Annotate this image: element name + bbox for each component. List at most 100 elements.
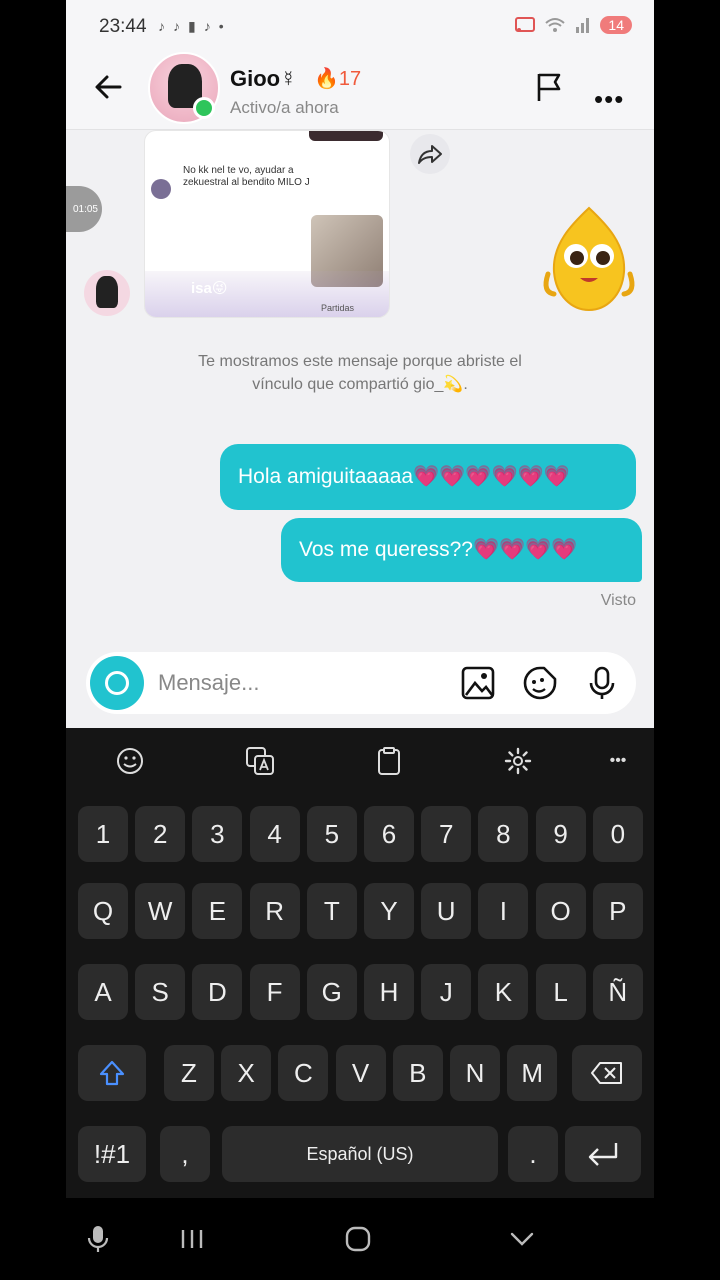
settings-gear-icon[interactable] (502, 745, 534, 777)
contact-name[interactable]: Gioo☿ (230, 66, 297, 92)
recent-apps-icon[interactable] (172, 1222, 212, 1256)
online-indicator (193, 97, 215, 119)
key-v[interactable]: V (335, 1045, 386, 1101)
card-username: isa😜 (191, 280, 228, 297)
card-tag: Partidas (321, 303, 355, 313)
status-right: 14 (514, 16, 632, 34)
key-5[interactable]: 5 (306, 806, 357, 862)
key-k[interactable]: K (478, 964, 529, 1020)
key-u[interactable]: U (421, 883, 472, 939)
tiktok-icon: ♪ (158, 18, 165, 34)
key-o[interactable]: O (535, 883, 586, 939)
message-hearts: 💗💗💗💗💗💗 (413, 465, 571, 488)
key-j[interactable]: J (421, 964, 472, 1020)
seen-label: Visto (600, 592, 636, 609)
key-7[interactable]: 7 (421, 806, 472, 862)
hide-keyboard-icon[interactable] (502, 1222, 542, 1256)
voice-input-icon[interactable] (78, 1222, 118, 1256)
key-2[interactable]: 2 (135, 806, 186, 862)
key-d[interactable]: D (192, 964, 243, 1020)
status-time: 23:44 (99, 16, 147, 37)
key-l[interactable]: L (535, 964, 586, 1020)
home-icon[interactable] (338, 1222, 378, 1256)
translate-icon[interactable] (244, 745, 276, 777)
comma-key[interactable]: , (160, 1126, 210, 1182)
message-hearts: 💗💗💗💗 (472, 538, 578, 561)
message-input[interactable] (158, 666, 378, 700)
tiktok-icon: ♪ (203, 18, 211, 34)
key-9[interactable]: 9 (535, 806, 586, 862)
key-f[interactable]: F (249, 964, 300, 1020)
key-m[interactable]: M (507, 1045, 558, 1101)
emoji-icon[interactable] (114, 745, 146, 777)
side-scroll-tab[interactable]: 01:05 (66, 186, 102, 232)
key-6[interactable]: 6 (364, 806, 414, 862)
back-arrow-icon[interactable] (92, 70, 126, 104)
card-top-strip (309, 131, 383, 141)
share-arrow-icon (418, 145, 442, 164)
key-p[interactable]: P (592, 883, 643, 939)
image-icon[interactable] (460, 665, 496, 701)
key-i[interactable]: I (478, 883, 529, 939)
shift-key[interactable] (78, 1045, 146, 1101)
keyboard-more-icon[interactable]: ••• (602, 745, 634, 777)
more-options-icon[interactable]: ••• (594, 84, 624, 115)
notice-line-2: vínculo que compartió gio_💫. (252, 376, 468, 393)
message-bubble[interactable]: Vos me queress?? 💗💗💗💗 (281, 518, 642, 582)
sticker-icon[interactable] (522, 665, 558, 701)
on-screen-keyboard: ••• 1234567890 QWERTYUIOP ASDFGHJKLÑ ZXCVBN… (66, 728, 654, 1198)
streak-badge: 🔥17 (314, 68, 362, 90)
key-w[interactable]: W (135, 883, 186, 939)
battery-badge: 14 (600, 16, 632, 34)
tiktok-icon: ♪ (173, 18, 180, 34)
enter-key[interactable] (565, 1126, 641, 1182)
clipboard-icon[interactable] (373, 745, 405, 777)
message-bubble[interactable]: Hola amiguitaaaaa 💗💗💗💗💗💗 (220, 444, 636, 510)
key-4[interactable]: 4 (249, 806, 300, 862)
key-q[interactable]: Q (78, 883, 128, 939)
key-1[interactable]: 1 (78, 806, 128, 862)
key-h[interactable]: H (364, 964, 414, 1020)
active-status: Activo/a ahora (230, 98, 339, 117)
notice-line-1: Te mostramos este mensaje porque abriste… (198, 353, 522, 370)
emoji-sticker (543, 206, 635, 312)
share-button[interactable] (410, 134, 450, 174)
key-z[interactable]: Z (164, 1045, 214, 1101)
key-n[interactable]: N (450, 1045, 500, 1101)
key-c[interactable]: C (278, 1045, 329, 1101)
key-r[interactable]: R (249, 883, 300, 939)
cast-icon (515, 17, 536, 32)
key-b[interactable]: B (392, 1045, 443, 1101)
backspace-key[interactable] (572, 1045, 642, 1101)
key-8[interactable]: 8 (478, 806, 529, 862)
camera-button[interactable] (90, 656, 144, 710)
key-s[interactable]: S (135, 964, 186, 1020)
camera-icon (105, 671, 129, 695)
symbols-key[interactable]: !#1 (78, 1126, 146, 1182)
key-x[interactable]: X (221, 1045, 272, 1101)
link-notice: Te mostramos este mensaje porque abriste… (66, 350, 654, 396)
key-a[interactable]: A (78, 964, 128, 1020)
message-text: Vos me queress?? (299, 538, 473, 561)
period-key[interactable]: . (508, 1126, 558, 1182)
backspace-icon (591, 1062, 622, 1084)
key-g[interactable]: G (306, 964, 357, 1020)
flag-icon[interactable] (532, 70, 566, 104)
sender-avatar[interactable] (84, 270, 130, 316)
signal-icon (576, 18, 590, 33)
shared-post-card[interactable]: No kk nel te vo, ayudar a zekuestral al … (144, 130, 390, 318)
key-0[interactable]: 0 (592, 806, 643, 862)
notification-icons: ♪ ♪ ▮ ♪ • (158, 18, 224, 35)
status-bar: 23:44 ♪ ♪ ▮ ♪ • 14 (66, 0, 654, 56)
phone-screen: 23:44 ♪ ♪ ▮ ♪ • 14 Gioo☿ 🔥17 Activo/a ah… (66, 0, 654, 1280)
system-nav-bar (66, 1198, 654, 1280)
card-avatar (151, 179, 171, 199)
space-key[interactable]: Español (US) (222, 1126, 498, 1182)
dot-icon: • (218, 18, 224, 34)
key-3[interactable]: 3 (192, 806, 243, 862)
key-ñ[interactable]: Ñ (592, 964, 643, 1020)
key-y[interactable]: Y (364, 883, 414, 939)
key-t[interactable]: T (306, 883, 357, 939)
microphone-icon[interactable] (584, 665, 620, 701)
key-e[interactable]: E (192, 883, 243, 939)
